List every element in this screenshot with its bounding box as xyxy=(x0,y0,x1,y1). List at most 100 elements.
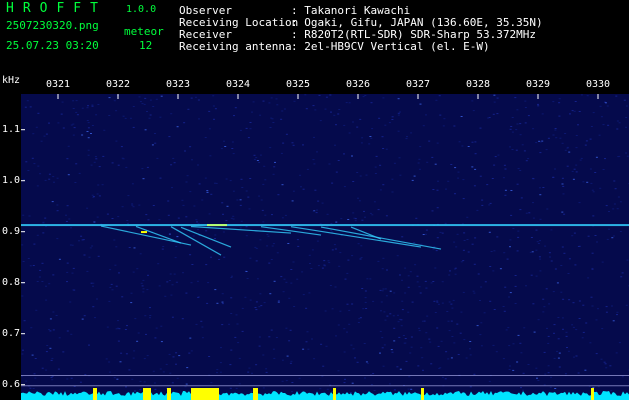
noise-speckle xyxy=(337,324,340,326)
noise-speckle xyxy=(422,369,424,371)
noise-speckle xyxy=(396,366,399,368)
noise-speckle xyxy=(356,361,359,363)
noise-speckle xyxy=(197,164,199,166)
noise-speckle xyxy=(68,218,71,220)
noise-speckle xyxy=(229,180,232,182)
noise-speckle xyxy=(561,317,564,319)
noise-speckle xyxy=(510,214,513,216)
noise-speckle xyxy=(357,197,359,199)
noise-speckle xyxy=(115,110,118,112)
noise-speckle xyxy=(508,369,511,370)
noise-speckle xyxy=(172,356,175,358)
noise-speckle xyxy=(369,212,372,214)
noise-speckle xyxy=(86,270,89,272)
noise-speckle xyxy=(519,123,522,125)
noise-speckle xyxy=(368,143,371,145)
noise-speckle xyxy=(266,234,269,235)
noise-speckle xyxy=(595,319,598,321)
noise-speckle xyxy=(268,336,271,338)
noise-speckle xyxy=(189,191,192,193)
noise-speckle xyxy=(571,235,574,237)
noise-speckle xyxy=(125,166,128,168)
noise-speckle xyxy=(592,215,595,217)
noise-speckle xyxy=(388,383,391,385)
noise-speckle xyxy=(271,214,273,216)
noise-speckle xyxy=(572,326,575,328)
noise-speckle xyxy=(224,146,227,147)
noise-speckle xyxy=(502,358,505,360)
noise-speckle xyxy=(95,158,98,160)
noise-speckle xyxy=(397,112,400,114)
noise-speckle xyxy=(214,289,217,291)
noise-speckle xyxy=(225,220,228,222)
noise-speckle xyxy=(168,136,171,138)
noise-speckle xyxy=(190,97,193,99)
noise-speckle xyxy=(208,128,211,130)
noise-speckle xyxy=(143,358,146,360)
noise-speckle xyxy=(453,342,456,344)
noise-speckle xyxy=(41,281,44,282)
noise-speckle xyxy=(148,117,151,119)
noise-speckle xyxy=(527,115,530,117)
noise-speckle xyxy=(275,337,278,338)
noise-speckle xyxy=(319,120,322,122)
noise-speckle xyxy=(432,189,435,190)
noise-speckle xyxy=(87,127,90,129)
noise-speckle xyxy=(198,118,200,120)
noise-speckle xyxy=(267,235,270,237)
noise-speckle xyxy=(90,282,93,284)
noise-speckle xyxy=(37,165,40,167)
noise-speckle xyxy=(431,156,434,158)
noise-speckle xyxy=(462,249,465,251)
noise-speckle xyxy=(45,299,48,301)
noise-speckle xyxy=(337,113,340,115)
noise-speckle xyxy=(170,294,173,296)
noise-speckle xyxy=(595,390,598,392)
noise-speckle xyxy=(109,269,112,271)
noise-speckle xyxy=(508,345,511,347)
noise-speckle xyxy=(273,357,276,359)
noise-speckle xyxy=(491,178,494,179)
noise-speckle xyxy=(447,320,450,322)
noise-speckle xyxy=(176,377,179,379)
noise-speckle xyxy=(255,157,258,159)
noise-speckle xyxy=(162,246,165,247)
noise-speckle xyxy=(383,311,386,313)
noise-speckle xyxy=(189,146,192,148)
noise-speckle xyxy=(282,291,285,293)
noise-speckle xyxy=(343,153,345,155)
noise-speckle xyxy=(594,235,597,236)
noise-speckle xyxy=(519,209,522,211)
noise-speckle xyxy=(422,125,425,127)
noise-speckle xyxy=(536,377,538,379)
noise-speckle xyxy=(146,355,149,357)
noise-speckle xyxy=(81,107,84,109)
noise-speckle xyxy=(568,258,571,260)
noise-speckle xyxy=(208,356,211,357)
noise-speckle xyxy=(390,349,393,351)
noise-speckle xyxy=(91,245,94,247)
noise-speckle xyxy=(595,353,598,355)
noise-speckle xyxy=(108,361,111,363)
noise-speckle xyxy=(186,175,189,177)
noise-speckle xyxy=(67,145,70,147)
noise-speckle xyxy=(544,373,547,375)
noise-speckle xyxy=(432,281,435,282)
noise-speckle xyxy=(78,240,80,242)
noise-speckle xyxy=(66,271,69,273)
noise-speckle xyxy=(239,199,242,201)
noise-speckle xyxy=(565,335,568,337)
noise-speckle xyxy=(238,383,241,385)
noise-speckle xyxy=(173,273,176,275)
noise-speckle xyxy=(314,109,317,111)
noise-speckle xyxy=(160,95,163,97)
x-tick-label: 0329 xyxy=(526,79,551,90)
noise-speckle xyxy=(171,187,173,189)
noise-speckle xyxy=(192,235,195,237)
noise-speckle xyxy=(575,135,578,136)
noise-speckle xyxy=(145,214,148,216)
noise-speckle xyxy=(94,156,97,158)
noise-speckle xyxy=(49,330,52,332)
noise-speckle xyxy=(537,243,540,244)
noise-speckle xyxy=(259,154,262,156)
